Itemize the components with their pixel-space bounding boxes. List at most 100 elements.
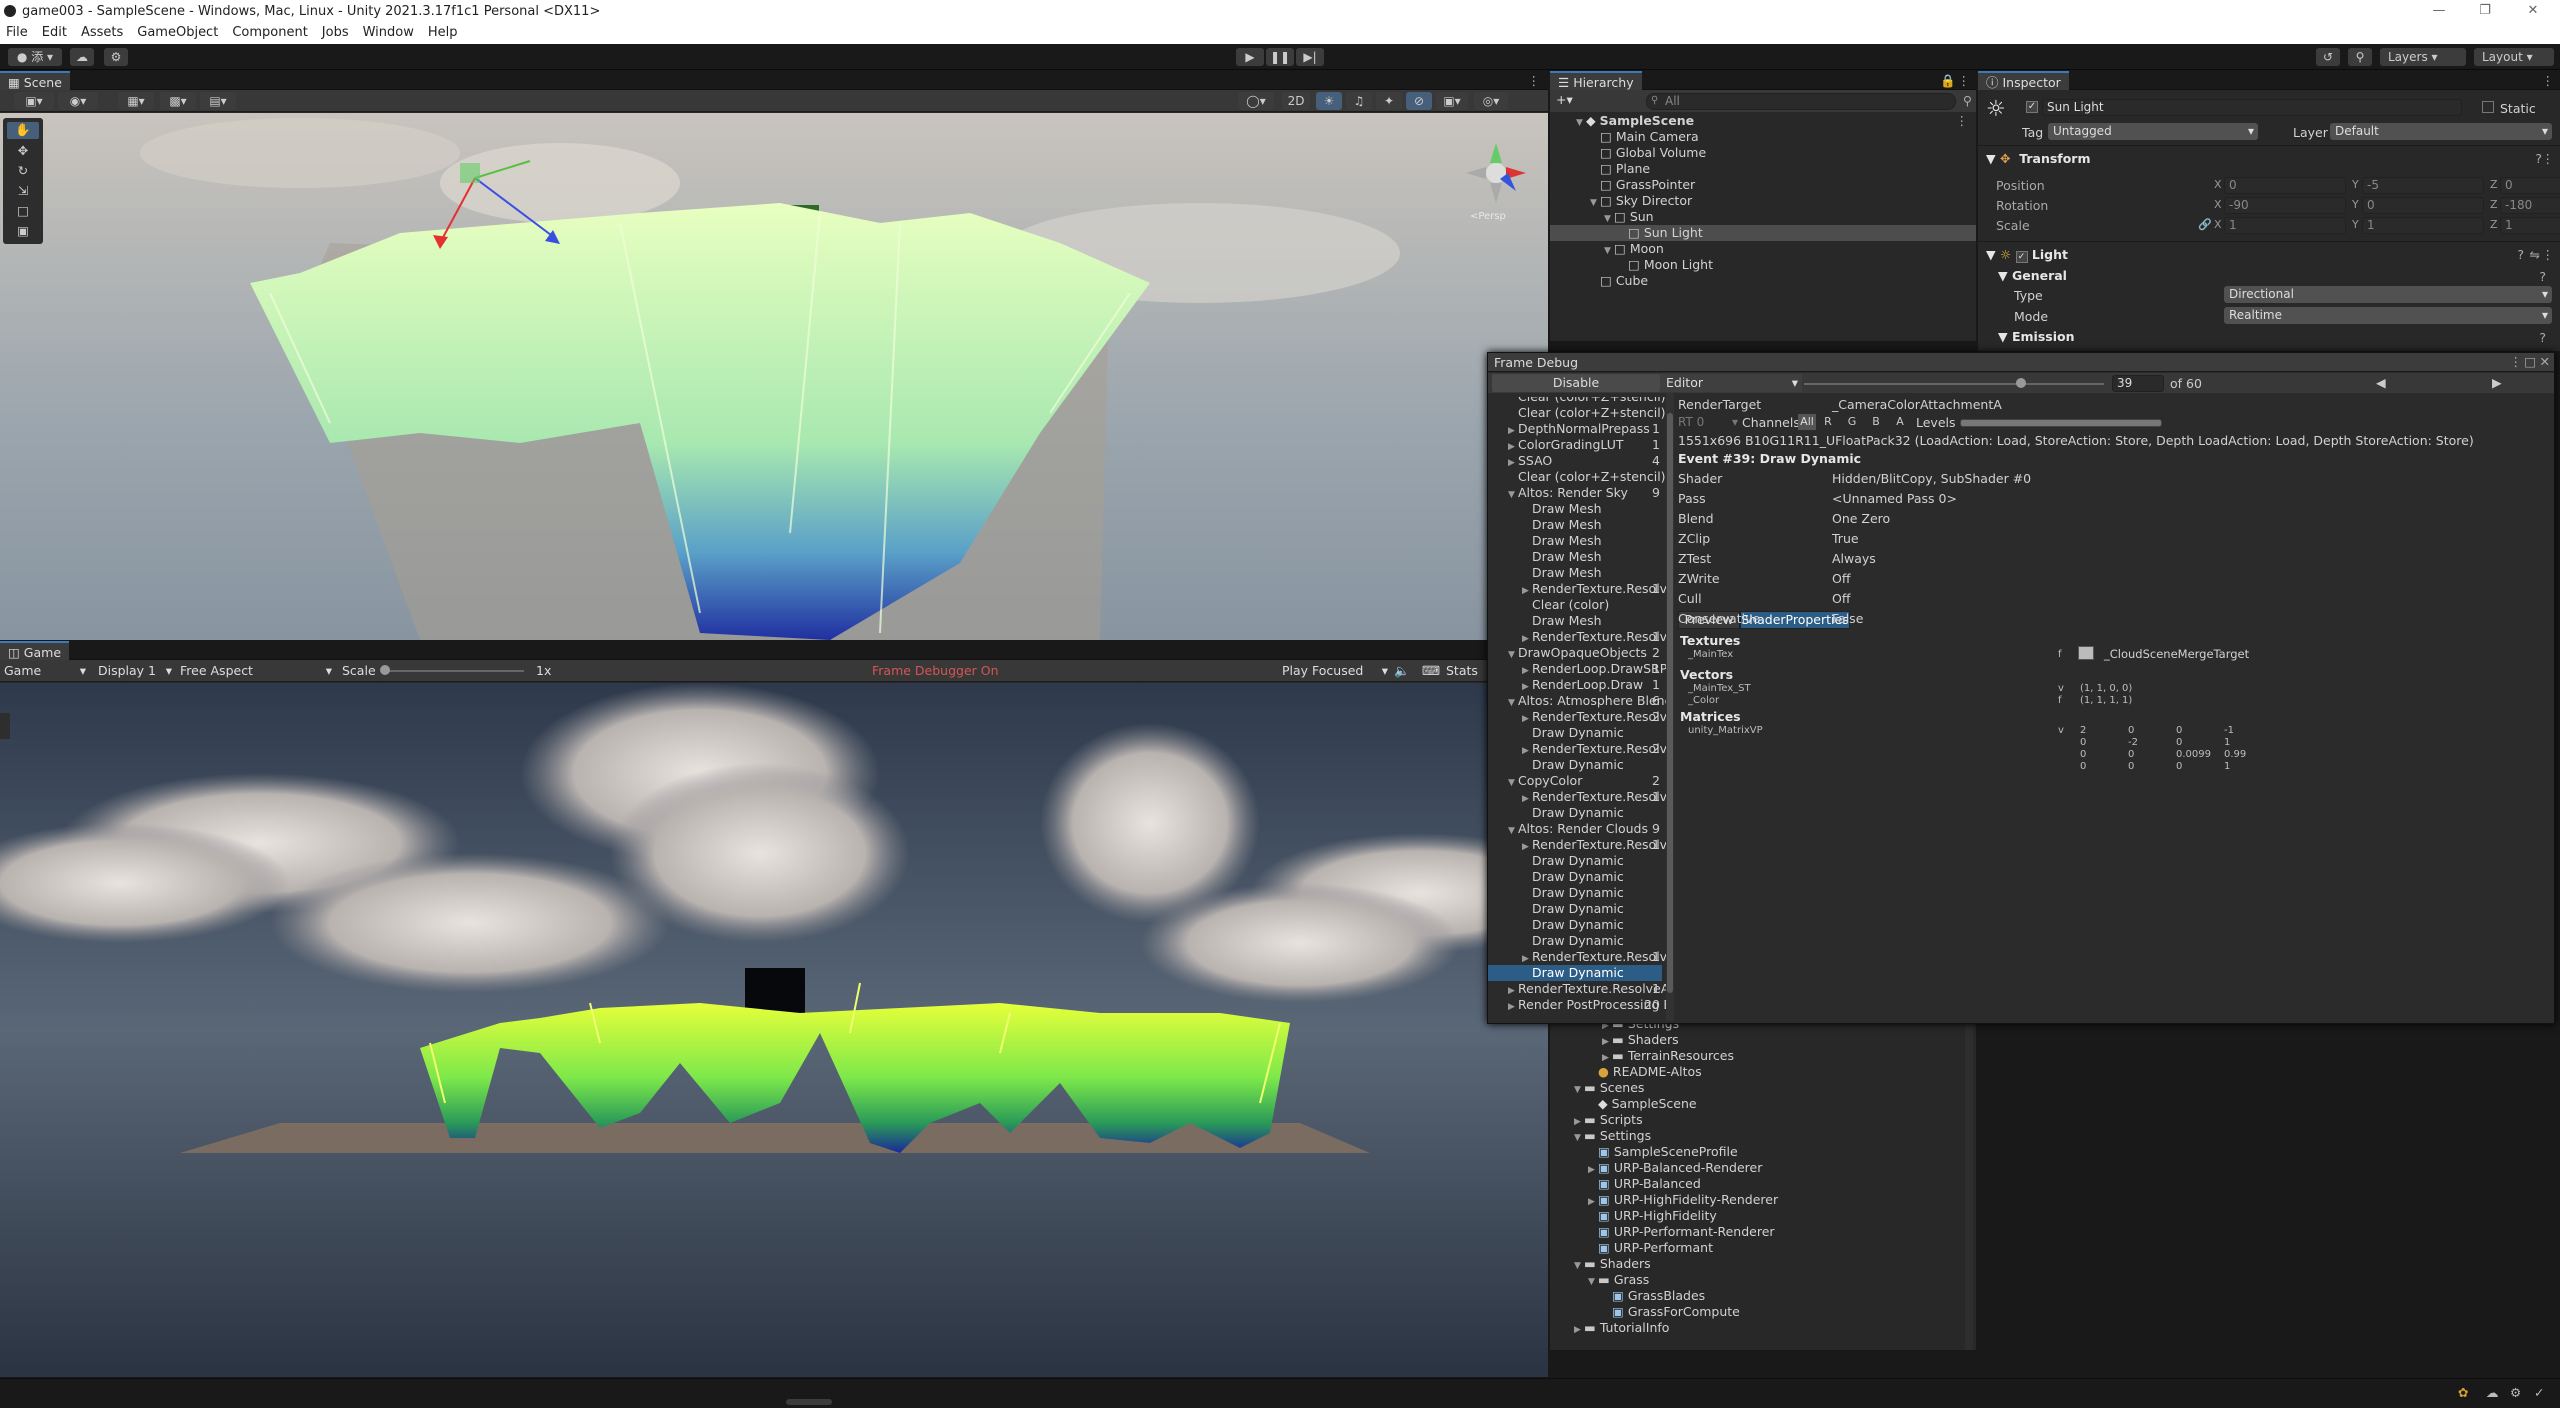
rotation-z-field[interactable]: -180 [2500, 197, 2560, 214]
project-item[interactable]: ▼ ▬ Shaders [1550, 1256, 1964, 1272]
project-item[interactable]: ▶ ▣ URP-Balanced-Renderer [1550, 1160, 1964, 1176]
transform-more-icon[interactable]: ⋮ [2542, 151, 2555, 166]
project-item[interactable]: ◆ SampleScene [1550, 1096, 1964, 1112]
position-x-field[interactable]: 0 [2224, 177, 2346, 194]
aspect-dropdown[interactable]: Free Aspect ▾ [180, 663, 332, 678]
hierarchy-item[interactable]: ▼ □ Moon [1550, 241, 1976, 257]
account-dropdown[interactable]: ● 添 ▾ [8, 48, 62, 66]
active-checkbox[interactable]: ✓ [2026, 101, 2038, 113]
scale-slider[interactable] [384, 670, 524, 672]
hierarchy-item[interactable]: □ GrassPointer [1550, 177, 1976, 193]
play-button[interactable]: ▶ [1236, 48, 1264, 66]
frame-event-item[interactable]: ▶RenderTexture.ResolveAA1 [1488, 949, 1666, 965]
menu-component[interactable]: Component [226, 22, 315, 40]
close-icon[interactable]: ✕ [2510, 0, 2556, 22]
project-item[interactable]: ▼ ▬ Grass [1550, 1272, 1964, 1288]
scene-more-icon[interactable]: ⋮ [1956, 113, 1969, 128]
layer-dropdown[interactable]: Default ▾ [2330, 123, 2552, 140]
project-item[interactable]: ▣ SampleSceneProfile [1550, 1144, 1964, 1160]
create-add-icon[interactable]: +▾ [1556, 92, 1573, 107]
project-scrollbar[interactable] [1965, 1010, 1973, 1350]
gizmos-dropdown[interactable]: ◎▾ [1474, 92, 1508, 110]
debug-mode-icon[interactable]: ⚙ [2510, 1385, 2521, 1400]
scale-x-field[interactable]: 1 [2224, 217, 2346, 234]
foldout-arrow-icon[interactable]: ▶ [1574, 1322, 1584, 1338]
notifications-icon[interactable]: ✓ [2534, 1385, 2544, 1400]
frame-event-item[interactable]: Clear (color+Z+stencil) [1488, 405, 1666, 421]
rotate-tool-icon[interactable]: ↻ [7, 163, 39, 180]
frame-event-item[interactable]: ▶RenderTexture.ResolveAA1 [1488, 581, 1666, 597]
persp-label[interactable]: <Persp [1470, 211, 1506, 222]
tab-hierarchy[interactable]: ☰ Hierarchy [1550, 71, 1642, 90]
project-item[interactable]: ▶ ▣ URP-HighFidelity-Renderer [1550, 1192, 1964, 1208]
frame-event-item[interactable]: ▼ DrawOpaqueObjects 2 [1488, 645, 1662, 661]
frame-event-item[interactable]: Draw Mesh [1488, 533, 1662, 549]
toggle-2d-button[interactable]: 2D [1282, 92, 1310, 110]
gizmo-dropdown[interactable]: ◉▾ [58, 92, 98, 110]
frame-event-item[interactable]: Draw Mesh [1488, 613, 1662, 629]
frame-event-item[interactable]: Draw Dynamic [1488, 901, 1662, 917]
grid-snap-dropdown[interactable]: ▦▾ [118, 92, 154, 110]
hierarchy-item[interactable]: □ Sun Light [1550, 225, 1976, 241]
effects-dropdown[interactable]: ✦ [1376, 92, 1402, 110]
stats-button[interactable]: Stats [1446, 663, 1478, 678]
position-z-field[interactable]: 0 [2500, 177, 2560, 194]
frame-event-item[interactable]: ▼Altos: Atmosphere Blending6 [1488, 693, 1666, 709]
project-item[interactable]: ▣ URP-HighFidelity [1550, 1208, 1964, 1224]
project-item[interactable]: ▣ URP-Performant [1550, 1240, 1964, 1256]
project-item[interactable]: ▣ GrassForCompute [1550, 1304, 1964, 1320]
hierarchy-item[interactable]: □ Global Volume [1550, 145, 1976, 161]
frame-event-item[interactable]: ▶ SSAO 4 [1488, 453, 1662, 469]
frame-event-item[interactable]: Draw Dynamic [1488, 869, 1662, 885]
frame-event-item[interactable]: ▶RenderLoop.DrawSRPBatcher1 [1488, 661, 1666, 677]
step-button[interactable]: ▶| [1296, 48, 1324, 66]
scale-tool-icon[interactable]: ⇲ [7, 183, 39, 200]
event-slider-handle[interactable] [2016, 378, 2026, 388]
object-name-field[interactable]: Sun Light [2042, 99, 2462, 116]
frame-event-item[interactable]: Draw Dynamic [1488, 805, 1662, 821]
menu-assets[interactable]: Assets [75, 22, 131, 40]
inspector-more-icon[interactable]: ⋮ [2542, 73, 2555, 88]
event-list-scrollbar[interactable] [1666, 393, 1674, 1021]
scale-z-field[interactable]: 1 [2500, 217, 2560, 234]
frame-event-item[interactable]: ▶RenderTexture.ResolveAA2 [1488, 709, 1666, 725]
collab-icon[interactable]: ⚙ [104, 48, 128, 66]
channel-all[interactable]: All [1798, 414, 1816, 430]
close-window-icon[interactable]: ✕ [2540, 354, 2550, 369]
frame-event-item[interactable]: ▶RenderTexture.ResolveAA1 [1488, 629, 1666, 645]
event-list-scrollbar-thumb[interactable] [1667, 413, 1673, 993]
frame-event-item[interactable]: ▶RenderTexture.ResolveAA2 [1488, 741, 1666, 757]
history-icon[interactable]: ↺ [2316, 48, 2340, 66]
project-item[interactable]: ▶ ▬ TerrainResources [1550, 1048, 1964, 1064]
emission-help-icon[interactable]: ? [2539, 330, 2546, 345]
frame-event-item[interactable]: ▶Render PostProcessing Effects20 [1488, 997, 1666, 1013]
menu-edit[interactable]: Edit [36, 22, 75, 40]
light-header[interactable]: ▼ ☼ ✓ Light [1986, 245, 2068, 265]
play-focused-dropdown[interactable]: Play Focused ▾ [1282, 663, 1388, 678]
game-view-dropdown[interactable]: Game ▾ [4, 663, 86, 678]
event-slider[interactable] [1804, 383, 2104, 385]
hierarchy-search-input[interactable]: ⚲ All [1646, 93, 1956, 110]
project-item[interactable]: ● README-Altos [1550, 1064, 1964, 1080]
scale-y-field[interactable]: 1 [2362, 217, 2484, 234]
target-dropdown[interactable]: Editor ▾ [1660, 374, 1802, 392]
frame-event-item[interactable]: Draw Dynamic [1488, 933, 1662, 949]
camera-settings-dropdown[interactable]: ▣▾ [1436, 92, 1468, 110]
frame-debug-more-icon[interactable]: ⋮ [2510, 354, 2523, 369]
game-viewport[interactable] [0, 683, 1548, 1377]
channel-r[interactable]: R [1820, 414, 1836, 430]
menu-window[interactable]: Window [357, 22, 422, 40]
mute-audio-icon[interactable]: 🔈 [1394, 663, 1410, 679]
project-item[interactable]: ▶ ▬ Scripts [1550, 1112, 1964, 1128]
general-help-icon[interactable]: ? [2539, 269, 2546, 284]
channel-a[interactable]: A [1892, 414, 1908, 430]
frame-event-item[interactable]: Draw Mesh [1488, 565, 1662, 581]
bake-progress-icon[interactable]: ✿ [2458, 1385, 2468, 1400]
maximize-window-icon[interactable]: □ [2524, 354, 2536, 369]
rotation-x-field[interactable]: -90 [2224, 197, 2346, 214]
project-item[interactable]: ▶ ▬ Shaders [1550, 1032, 1964, 1048]
keyboard-icon[interactable]: ⌨ [1422, 663, 1440, 678]
rect-tool-icon[interactable]: □ [7, 203, 39, 220]
hierarchy-item[interactable]: ▼ ◆ SampleScene [1550, 113, 1976, 129]
move-tool-icon[interactable]: ✥ [7, 143, 39, 160]
